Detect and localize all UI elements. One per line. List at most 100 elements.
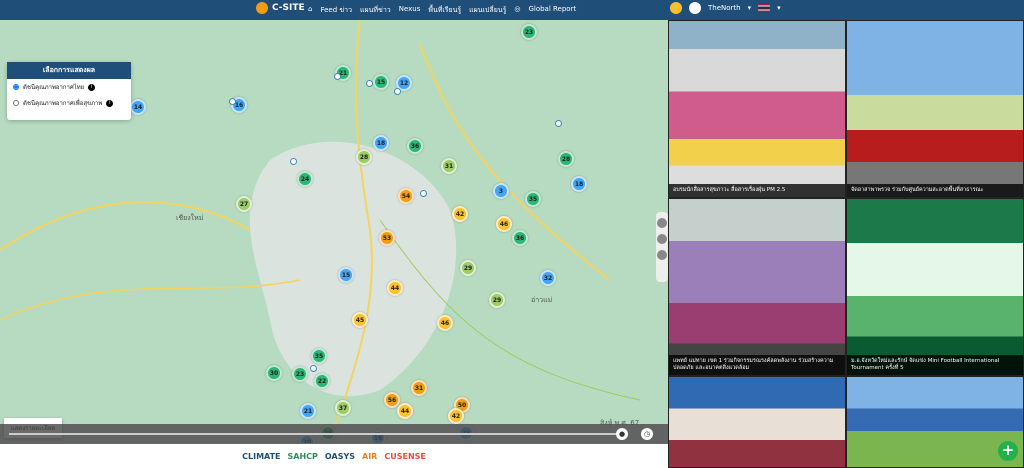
language-chevron-icon[interactable]: ▾ [777,4,781,12]
aqi-cluster[interactable]: 28 [356,149,372,165]
aqi-cluster[interactable]: 23 [292,366,308,382]
aqi-cluster[interactable]: 15 [338,267,354,283]
aqi-cluster[interactable]: 29 [489,292,505,308]
nav-learning-plan[interactable]: แผนเปลี่ยนรู้ [469,5,506,16]
news-card[interactable]: ม.อ.จังหวัดใหม่และรักษ์ จัดแข่ง Mini Foo… [846,198,1024,376]
city-label-chiangmai: เชียงใหม่ [176,214,204,222]
main-nav: ⌂ Feed ข่าว แผนที่ข่าว Nexus พื้นที่เรีย… [308,5,576,16]
map-pin[interactable] [290,158,297,165]
news-caption: จัดอาสาพาพรวจ ร่วมกับศูนย์ความสะอาดพื้นท… [847,184,1023,197]
map-timeline: ● ◷ [0,424,668,444]
news-caption: ม.อ.จังหวัดใหม่และรักษ์ จัดแข่ง Mini Foo… [847,355,1023,375]
user-name[interactable]: TheNorth [708,4,741,12]
top-navigation: C-SITE ⌂ Feed ข่าว แผนที่ข่าว Nexus พื้น… [0,0,1024,20]
aqi-cluster[interactable]: 37 [335,400,351,416]
add-news-button[interactable]: + [998,441,1018,461]
aqi-cluster[interactable]: 45 [352,312,368,328]
map-side-controls [656,212,668,282]
aqi-cluster[interactable]: 18 [571,176,587,192]
previous-icon[interactable] [657,218,667,228]
map-pin[interactable] [420,190,427,197]
aqi-cluster[interactable]: 42 [452,206,468,222]
nav-feed[interactable]: Feed ข่าว [320,5,352,16]
aqi-cluster[interactable]: 32 [540,270,556,286]
health-aqi-option[interactable]: ดัชนีคุณภาพอากาศเพื่อสุขภาพ i [7,95,131,111]
thai-flag-icon[interactable] [758,4,771,12]
aqi-cluster[interactable]: 46 [437,315,453,331]
news-caption: อบรมนักสื่อสารสุขภาวะ สื่อสารเรื่องฝุ่น … [669,184,845,197]
aqi-cluster[interactable]: 36 [407,138,423,154]
brand[interactable]: C-SITE [256,2,305,14]
avatar-icon[interactable] [689,2,701,14]
news-card[interactable]: อบรมนักสื่อสารสุขภาวะ สื่อสารเรื่องฝุ่น … [668,20,846,198]
map-pin[interactable] [366,80,373,87]
aqi-cluster[interactable]: 46 [496,216,512,232]
map-pin[interactable] [555,120,562,127]
notification-icon[interactable] [670,2,682,14]
map-pin[interactable] [310,365,317,372]
cusense-logo: CUSENSE [384,451,426,461]
air-logo: AIR [362,451,378,461]
home-map-icon[interactable] [657,234,667,244]
aqi-cluster[interactable]: 14 [130,99,146,115]
sahcp-logo: SAHCP [287,451,318,461]
nav-global-report[interactable]: Global Report [528,5,576,16]
aqi-cluster[interactable]: 54 [398,188,414,204]
aqi-cluster[interactable]: 23 [521,24,537,40]
news-photo [669,377,845,467]
aqi-cluster[interactable]: 44 [397,403,413,419]
aqi-cluster[interactable]: 15 [373,74,389,90]
map-pin[interactable] [394,88,401,95]
aqi-cluster[interactable]: 3 [493,183,509,199]
news-card[interactable] [846,376,1024,468]
aqi-cluster[interactable]: 35 [525,191,541,207]
news-card[interactable]: จัดอาสาพาพรวจ ร่วมกับศูนย์ความสะอาดพื้นท… [846,20,1024,198]
news-card[interactable] [668,376,846,468]
partner-logos: CLIMATE SAHCP OASYS AIR CUSENSE [0,444,668,468]
aqi-cluster[interactable]: 31 [411,380,427,396]
aqi-cluster[interactable]: 22 [314,373,330,389]
aqi-cluster[interactable]: 28 [558,151,574,167]
aqi-cluster[interactable]: 18 [373,135,389,151]
health-aqi-label: ดัชนีคุณภาพอากาศเพื่อสุขภาพ [23,100,103,107]
map-pin[interactable] [229,98,236,105]
aqi-cluster[interactable]: 36 [512,230,528,246]
thai-aqi-option[interactable]: ดัชนีคุณภาพอากาศไทย i [7,79,131,95]
nav-news-map[interactable]: แผนที่ข่าว [360,5,391,16]
chevron-down-icon[interactable]: ▾ [748,4,752,12]
aqi-cluster[interactable]: 53 [379,230,395,246]
aqi-cluster[interactable]: 31 [441,158,457,174]
info-icon[interactable]: i [106,99,114,107]
news-card[interactable]: แพทย์ แม่ทาย เขต 1 ร่วมกิจกรรมรณรงค์ลดพล… [668,198,846,376]
aqi-cluster[interactable]: 21 [300,403,316,419]
oasys-logo: OASYS [324,451,356,461]
aqi-cluster[interactable]: 42 [448,408,464,424]
aqi-cluster[interactable]: 29 [460,260,476,276]
aqi-cluster[interactable]: 24 [297,171,313,187]
timeline-track[interactable] [9,433,619,435]
air-quality-map[interactable]: เชียงใหม่ อ่าวแม่ สิงห์ พ.ศ. 67 23 21 15 12… [0,20,668,443]
news-photo [669,21,845,197]
timeline-marker[interactable]: ● [616,428,628,440]
globe-icon[interactable]: ◎ [514,5,520,16]
thai-aqi-radio[interactable] [13,84,19,90]
news-caption: แพทย์ แม่ทาย เขต 1 ร่วมกิจกรรมรณรงค์ลดพล… [669,355,845,375]
clock-icon[interactable]: ◷ [641,428,653,440]
home-icon[interactable]: ⌂ [308,5,312,16]
aqi-cluster[interactable]: 27 [236,196,252,212]
aqi-cluster[interactable]: 44 [387,280,403,296]
nav-learning-space[interactable]: พื้นที่เรียนรู้ [428,5,461,16]
news-gallery: อบรมนักสื่อสารสุขภาวะ สื่อสารเรื่องฝุ่น … [668,20,1024,468]
thai-aqi-label: ดัชนีคุณภาพอากาศไทย [23,84,85,91]
aqi-cluster[interactable]: 30 [266,365,282,381]
display-options-panel: เลือกการแสดงผล ดัชนีคุณภาพอากาศไทย i ดัชน… [7,62,131,120]
aqi-cluster[interactable]: 35 [311,348,327,364]
climate-logo: CLIMATE [242,451,281,461]
map-pin[interactable] [334,73,341,80]
next-icon[interactable] [657,250,667,260]
news-photo [847,199,1023,375]
info-icon[interactable]: i [88,83,96,91]
district-label: อ่าวแม่ [531,296,553,304]
health-aqi-radio[interactable] [13,100,19,106]
nav-nexus[interactable]: Nexus [399,5,421,16]
